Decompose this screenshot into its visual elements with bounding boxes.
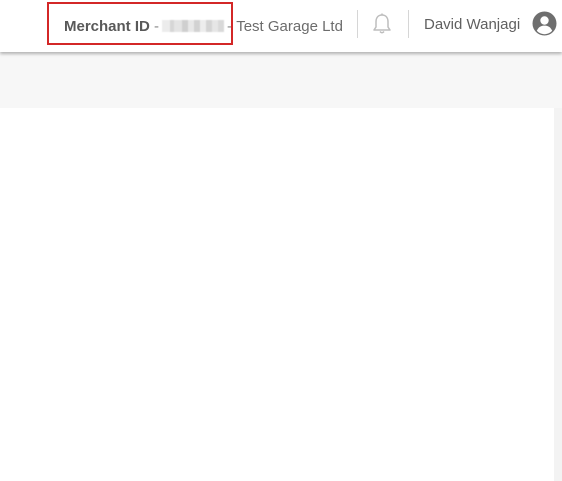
merchant-id-highlight-box: [47, 2, 233, 45]
header-divider-right: [408, 10, 409, 38]
scrollbar-track[interactable]: [554, 108, 562, 481]
bell-icon[interactable]: [371, 12, 393, 36]
user-name[interactable]: David Wanjagi: [424, 16, 520, 33]
header-divider-left: [357, 10, 358, 38]
content-header-band: [0, 52, 562, 108]
user-circle-icon[interactable]: [532, 11, 557, 36]
main-content-panel: [0, 108, 554, 481]
company-name: Test Garage Ltd: [236, 17, 343, 35]
